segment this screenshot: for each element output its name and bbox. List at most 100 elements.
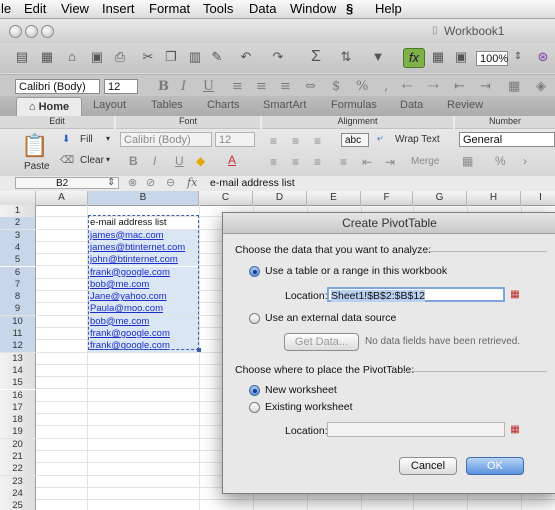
ribbon-outdent-icon[interactable]: ⇤ — [362, 155, 372, 169]
font-color-icon[interactable]: A — [228, 153, 236, 167]
tab-tables[interactable]: Tables — [151, 99, 183, 111]
wrap-text-icon[interactable]: ⤶ — [377, 133, 383, 144]
eraser-icon[interactable]: ⌫ — [60, 155, 74, 166]
ribbon-italic-button[interactable]: I — [153, 154, 156, 168]
new-worksheet-radio[interactable] — [249, 385, 260, 396]
menu-format[interactable]: Format — [149, 1, 190, 16]
formula-accept-icon[interactable]: ⊘ — [146, 176, 155, 189]
column-header-d[interactable]: D — [253, 191, 307, 205]
ribbon-underline-button[interactable]: U — [175, 154, 184, 168]
fill-dropdown-icon[interactable]: ▾ — [106, 134, 110, 143]
row-header[interactable]: 12 — [0, 340, 36, 353]
templates-icon[interactable]: ▦ — [37, 48, 57, 66]
paste-clipboard-icon[interactable]: 📋 — [21, 133, 48, 159]
merge-button[interactable]: Merge — [411, 156, 439, 167]
script-icon[interactable]: § — [346, 1, 353, 16]
row-header[interactable]: 16 — [0, 389, 36, 402]
use-table-label[interactable]: Use a table or a range in this workbook — [265, 265, 447, 277]
menu-app[interactable]: le — [1, 1, 11, 16]
row-header[interactable]: 23 — [0, 475, 36, 488]
ribbon-indent-icon[interactable]: ⇥ — [385, 155, 395, 169]
zoom-field[interactable]: 100% — [476, 51, 508, 66]
row-header[interactable]: 8 — [0, 291, 36, 304]
tab-formulas[interactable]: Formulas — [331, 99, 377, 111]
justify-icon[interactable]: ≡ — [340, 155, 347, 169]
row-header[interactable]: 15 — [0, 377, 36, 390]
tab-smartart[interactable]: SmartArt — [263, 99, 306, 111]
range-picker2-icon[interactable]: ▦ — [508, 423, 522, 436]
formula-cancel-icon[interactable]: ⊗ — [128, 176, 137, 189]
formula-content[interactable]: e-mail address list — [210, 177, 295, 189]
column-header-a[interactable]: A — [36, 191, 88, 205]
name-box[interactable]: B2 — [15, 177, 119, 189]
align-bottom-icon[interactable]: ≡ — [314, 134, 321, 148]
gallery-icon[interactable]: ▦ — [428, 48, 448, 66]
ribbon-align-left-icon[interactable]: ≡ — [270, 155, 277, 169]
copy-icon[interactable]: ❐ — [161, 48, 181, 66]
row-header[interactable]: 5 — [0, 254, 36, 267]
ribbon-font-size[interactable]: 12 — [215, 132, 255, 147]
tab-layout[interactable]: Layout — [93, 99, 126, 111]
align-top-icon[interactable]: ≡ — [270, 134, 277, 148]
ribbon-bold-button[interactable]: B — [129, 154, 138, 168]
merge-cells-icon[interactable]: ⇔ — [305, 79, 316, 94]
fill-color-icon[interactable]: ◈ — [536, 79, 546, 94]
get-data-button[interactable]: Get Data... — [284, 333, 359, 351]
clear-dropdown-icon[interactable]: ▾ — [106, 155, 110, 164]
row-header[interactable]: 11 — [0, 328, 36, 340]
tab-home[interactable]: ⌂ Home — [16, 97, 82, 117]
ribbon-align-center-icon[interactable]: ≡ — [292, 155, 299, 169]
row-header[interactable]: 13 — [0, 352, 36, 365]
toolbox-icon[interactable]: ▣ — [451, 48, 471, 66]
row-header[interactable]: 17 — [0, 401, 36, 414]
formula-edit-icon[interactable]: ⊖ — [166, 176, 175, 189]
menu-data[interactable]: Data — [249, 1, 276, 16]
location-input[interactable]: Sheet1!$B$2:$B$12 — [327, 287, 505, 302]
tab-review[interactable]: Review — [447, 99, 483, 111]
column-header-h[interactable]: H — [467, 191, 521, 205]
row-header[interactable]: 3 — [0, 229, 36, 242]
ribbon-percent-icon[interactable]: % — [495, 154, 506, 168]
new-worksheet-label[interactable]: New worksheet — [265, 384, 337, 396]
function-icon[interactable]: fx — [403, 48, 425, 68]
use-table-radio[interactable] — [249, 266, 260, 277]
decrease-indent-icon[interactable]: ⇤ — [454, 79, 465, 94]
zoom-window-button[interactable] — [41, 25, 54, 38]
range-picker-icon[interactable]: ▦ — [508, 288, 522, 301]
external-source-label[interactable]: Use an external data source — [265, 312, 396, 324]
comma-icon[interactable]: , — [384, 79, 388, 94]
row-header[interactable]: 25 — [0, 500, 36, 510]
row-header[interactable]: 24 — [0, 487, 36, 500]
column-header-b[interactable]: B — [88, 191, 199, 205]
align-left-icon[interactable]: ≡ — [232, 79, 243, 94]
cut-icon[interactable]: ✂ — [138, 48, 158, 66]
column-header-g[interactable]: G — [413, 191, 467, 205]
column-header-i[interactable]: I — [521, 191, 555, 205]
fill-handle[interactable] — [197, 348, 201, 352]
save-icon[interactable]: ▣ — [87, 48, 107, 66]
row-header[interactable]: 21 — [0, 451, 36, 463]
increase-indent-icon[interactable]: ⇥ — [480, 79, 491, 94]
ribbon-font-name[interactable]: Calibri (Body) — [120, 132, 212, 147]
autosum-icon[interactable]: Σ — [306, 48, 326, 66]
zoom-dropdown-icon[interactable]: ⇕ — [508, 48, 528, 66]
column-header-e[interactable]: E — [307, 191, 361, 205]
ribbon-align-right-icon[interactable]: ≡ — [314, 155, 321, 169]
menu-help[interactable]: Help — [375, 1, 402, 16]
align-middle-icon[interactable]: ≡ — [292, 134, 299, 148]
text-orientation-button[interactable]: abc — [341, 133, 369, 147]
currency-icon[interactable]: $ — [332, 79, 340, 94]
close-window-button[interactable] — [9, 25, 22, 38]
clear-button[interactable]: Clear — [80, 155, 104, 166]
menu-window[interactable]: Window — [290, 1, 336, 16]
underline-button[interactable]: U — [203, 79, 214, 94]
bold-button[interactable]: B — [158, 79, 169, 94]
external-source-radio[interactable] — [249, 313, 260, 324]
fx-label[interactable]: fx — [187, 176, 197, 189]
fill-button[interactable]: Fill — [80, 134, 93, 145]
row-header[interactable]: 14 — [0, 364, 36, 377]
borders-icon[interactable]: ▦ — [508, 79, 520, 94]
number-format-icon[interactable]: ▦ — [462, 154, 473, 168]
row-header[interactable]: 2 — [0, 217, 36, 230]
row-header[interactable]: 9 — [0, 303, 36, 316]
